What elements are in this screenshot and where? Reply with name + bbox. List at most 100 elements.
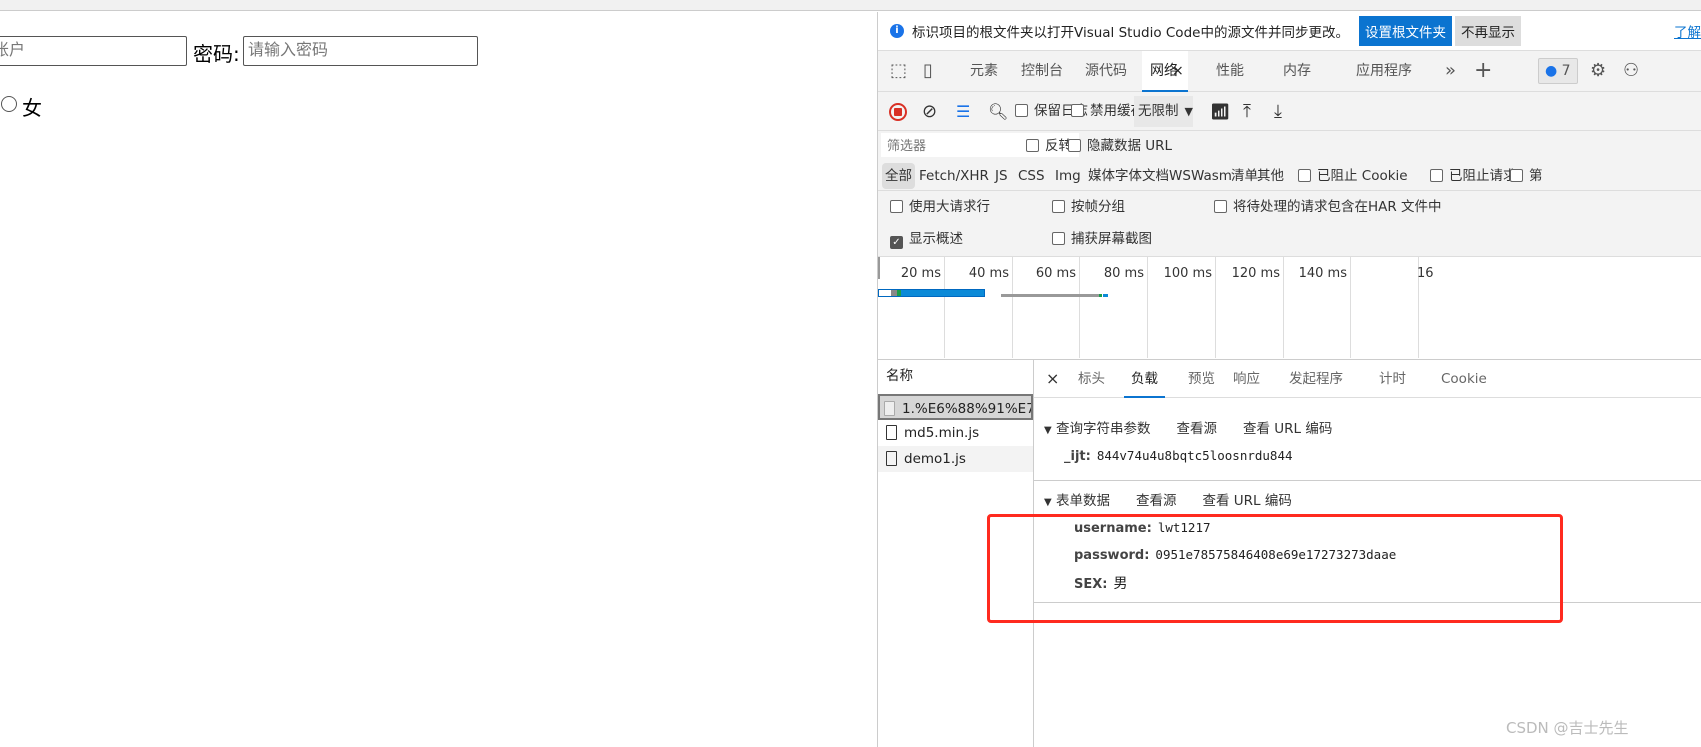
capture-screenshots-checkbox[interactable]: 捕获屏幕截图 [1052,225,1152,253]
triangle-down-icon: ▼ [1044,497,1052,508]
throttling-select[interactable]: 无限制 ▼ [1134,96,1193,127]
tab-elements[interactable]: 元素 [970,51,998,92]
tab-sources[interactable]: 源代码 [1085,51,1127,92]
blocked-cookies-checkbox[interactable]: 已阻止 Cookie [1298,161,1408,191]
tab-memory[interactable]: 内存 [1283,51,1311,92]
include-pending-har-checkbox[interactable]: 将待处理的请求包含在HAR 文件中 [1214,193,1442,221]
param-key: _ijt: [1064,449,1091,464]
type-css[interactable]: CSS [1018,161,1045,191]
timeline-tick-label: 120 ms [1231,266,1280,281]
tab-preview[interactable]: 预览 [1188,360,1215,398]
tab-initiator[interactable]: 发起程序 [1289,360,1343,398]
password-input[interactable] [243,36,478,66]
network-conditions-icon[interactable]: 📶︎ [1210,92,1230,131]
export-har-icon[interactable]: ⤓ [1274,92,1282,131]
device-toolbar-icon[interactable]: ▯ [923,51,933,92]
password-label: 密码: [193,42,240,66]
show-overview-label: 显示概述 [909,231,963,247]
set-root-folder-button[interactable]: 设置根文件夹 [1358,16,1452,46]
tab-headers[interactable]: 标头 [1078,360,1105,398]
close-detail-icon[interactable]: × [1046,360,1059,398]
show-overview-checkbox[interactable]: ✓ 显示概述 [890,225,963,253]
tab-payload[interactable]: 负载 [1124,360,1165,398]
tab-response[interactable]: 响应 [1233,360,1260,398]
form-title: 表单数据 [1056,493,1110,509]
type-other[interactable]: 其他 [1257,161,1284,191]
blocked-requests-checkbox[interactable]: 已阻止请求 [1430,161,1517,191]
type-all[interactable]: 全部 [882,163,915,189]
request-row[interactable]: md5.min.js [878,420,1033,446]
type-font[interactable]: 字体 [1115,161,1142,191]
file-icon [886,425,897,440]
issues-count: 7 [1561,63,1571,79]
throttling-value: 无限制 [1138,103,1179,119]
form-data-section[interactable]: ▼ 表单数据 查看源 查看 URL 编码 [1044,489,1292,509]
clear-icon[interactable]: ⊘ [922,92,937,131]
customize-icon[interactable]: ⚇ [1623,51,1639,92]
timeline-tick-label: 40 ms [968,266,1009,281]
type-js[interactable]: JS [995,161,1008,191]
form-view-url-encoded[interactable]: 查看 URL 编码 [1203,493,1292,509]
close-tab-icon[interactable]: × [1172,51,1184,92]
request-name: demo1.js [904,451,966,467]
type-wasm[interactable]: Wasm [1191,161,1232,191]
request-row[interactable]: 1.%E6%88%91%E7%9A%84%... [878,394,1033,420]
tab-console[interactable]: 控制台 [1021,51,1063,92]
hide-data-urls-checkbox[interactable]: 隐藏数据 URL [1068,131,1172,161]
record-stop-icon[interactable] [889,103,907,121]
tab-timing[interactable]: 计时 [1379,360,1406,398]
timeline-gridline [944,257,945,358]
form-view-source[interactable]: 查看源 [1136,493,1177,509]
query-string-section[interactable]: ▼ 查询字符串参数 查看源 查看 URL 编码 [1044,417,1332,437]
timeline-handle[interactable] [878,257,880,279]
hide-data-urls-label: 隐藏数据 URL [1087,138,1173,154]
timeline-gridline [1283,257,1284,358]
third-party-checkbox[interactable]: 第 [1510,161,1543,191]
search-icon[interactable]: 🔍︎ [988,92,1008,131]
type-media[interactable]: 媒体 [1088,161,1115,191]
tab-application[interactable]: 应用程序 [1356,51,1412,92]
request-name: 1.%E6%88%91%E7%9A%84%... [902,401,1031,417]
request-name: md5.min.js [904,425,980,441]
settings-options: 使用大请求行 按帧分组 将待处理的请求包含在HAR 文件中 ✓ 显示概述 捕获屏幕… [878,191,1701,257]
import-har-icon[interactable]: ⤒ [1243,92,1251,131]
radio-female[interactable] [1,96,17,112]
name-column-header[interactable]: 名称 [878,360,1033,393]
more-tabs-icon[interactable]: » [1445,51,1456,92]
query-view-source[interactable]: 查看源 [1177,421,1218,437]
account-input[interactable] [0,36,187,66]
tab-performance[interactable]: 性能 [1216,51,1244,92]
type-img[interactable]: Img [1055,161,1081,191]
timeline-gridline [1215,257,1216,358]
add-tab-icon[interactable]: + [1474,51,1492,92]
divider [1034,480,1701,481]
waterfall-bar-green [1099,294,1102,297]
type-manifest[interactable]: 清单 [1231,161,1258,191]
highlight-box [987,514,1563,623]
settings-gear-icon[interactable]: ⚙ [1590,51,1606,92]
timeline-tick-label: 100 ms [1163,266,1212,281]
watermark: CSDN @吉士先生 [1506,719,1629,737]
type-fetch-xhr[interactable]: Fetch/XHR [919,161,989,191]
info-icon: i [890,24,904,38]
inspect-element-icon[interactable]: ⬚ [890,51,907,92]
big-request-rows-checkbox[interactable]: 使用大请求行 [890,193,990,221]
issues-badge[interactable]: ● 7 [1538,58,1578,84]
tab-cookies[interactable]: Cookie [1441,360,1487,398]
timeline-tick-label: 16 [1417,266,1434,281]
filter-row: 反转 隐藏数据 URL [878,131,1701,161]
invert-checkbox[interactable]: 反转 [1026,131,1072,161]
filter-icon[interactable]: ☰ [956,92,970,131]
dont-show-again-button[interactable]: 不再显示 [1454,16,1521,46]
type-ws[interactable]: WS [1169,161,1191,191]
timeline-gridline [1079,257,1080,358]
type-doc[interactable]: 文档 [1142,161,1169,191]
query-view-url-encoded[interactable]: 查看 URL 编码 [1243,421,1332,437]
overview-timeline[interactable]: 20 ms 40 ms 60 ms 80 ms 100 ms 120 ms 140 ms 16 [878,257,1701,360]
request-row[interactable]: demo1.js [878,446,1033,472]
learn-more-link[interactable]: 了解 [1674,21,1701,41]
chevron-down-icon: ▼ [1184,105,1193,118]
capture-screenshots-label: 捕获屏幕截图 [1071,231,1152,247]
group-by-frame-checkbox[interactable]: 按帧分组 [1052,193,1125,221]
waterfall-bar-scripts [1001,294,1099,297]
